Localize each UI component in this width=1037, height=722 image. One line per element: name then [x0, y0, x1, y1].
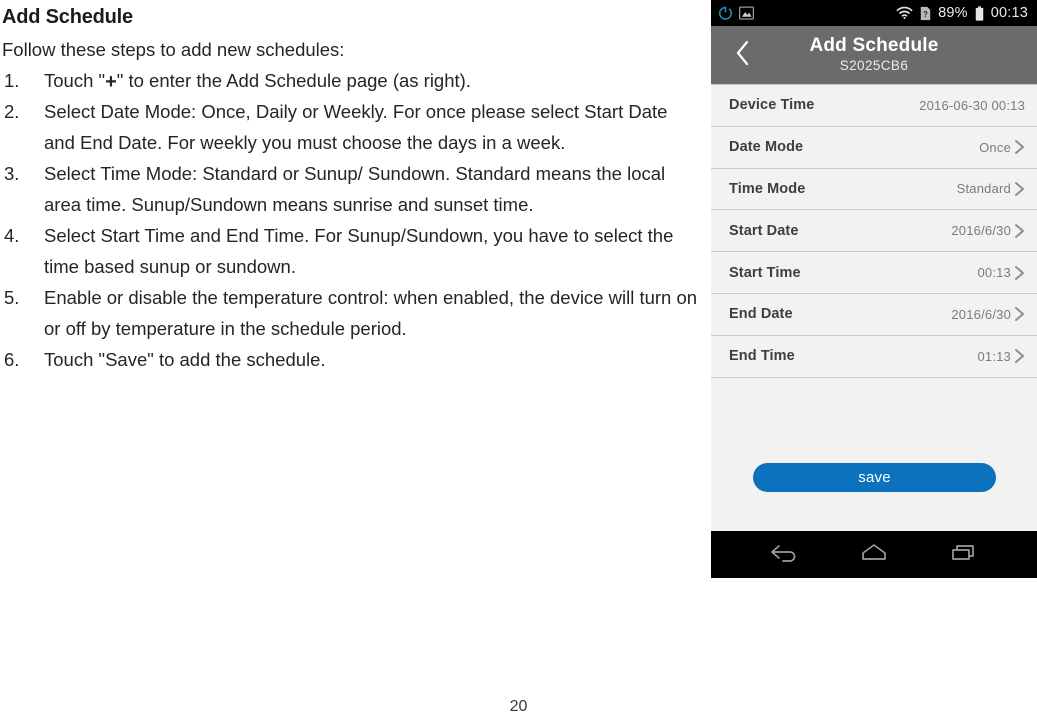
row-value: 00:13	[977, 265, 1011, 281]
status-bar: ? 89% 00:13	[711, 0, 1037, 26]
screenshot-icon	[739, 6, 754, 20]
list-item: 1. Touch "+" to enter the Add Schedule pa…	[0, 65, 700, 96]
list-item: 5. Enable or disable the temperature cont…	[0, 282, 700, 344]
svg-text:?: ?	[923, 10, 928, 19]
row-start-date[interactable]: Start Date 2016/6/30	[711, 210, 1037, 253]
list-item-number: 3.	[4, 163, 20, 184]
list-item: 4. Select Start Time and End Time. For Su…	[0, 220, 700, 282]
list-item-number: 4.	[4, 225, 20, 246]
app-bar-title: Add Schedule	[809, 35, 939, 56]
list-item-text-pre: Touch "	[44, 70, 106, 91]
nav-back-icon	[769, 542, 799, 567]
row-label: Device Time	[729, 97, 815, 114]
list-item-text: Select Time Mode: Standard or Sunup/ Sun…	[44, 163, 666, 215]
row-value: 2016-06-30 00:13	[919, 97, 1025, 113]
status-bar-right: ? 89% 00:13	[896, 5, 1028, 21]
battery-icon	[975, 5, 984, 21]
list-item-number: 5.	[4, 287, 20, 308]
steps-list: 1. Touch "+" to enter the Add Schedule pa…	[0, 65, 700, 375]
row-value: Standard	[956, 181, 1011, 197]
page-title: Add Schedule	[2, 6, 133, 28]
row-label: End Time	[729, 348, 795, 365]
row-right: 2016/6/30	[951, 306, 1025, 322]
row-value: 2016/6/30	[951, 306, 1011, 322]
page-number: 20	[509, 698, 528, 715]
nav-recents-icon	[949, 542, 979, 567]
chevron-right-icon	[1013, 181, 1025, 197]
phone-body: save	[711, 377, 1037, 528]
status-bar-left	[718, 6, 754, 21]
phone-screenshot: ? 89% 00:13 Add Schedule S2025CB6 Device…	[711, 0, 1037, 578]
intro-text: Follow these steps to add new schedules:	[2, 39, 345, 60]
row-value: 01:13	[977, 348, 1011, 364]
chevron-right-icon	[1013, 265, 1025, 281]
chevron-right-icon	[1013, 139, 1025, 155]
row-label: Start Date	[729, 222, 799, 239]
nav-home-button[interactable]	[850, 538, 898, 572]
row-end-date[interactable]: End Date 2016/6/30	[711, 293, 1037, 336]
row-end-time[interactable]: End Time 01:13	[711, 335, 1037, 378]
row-label: Start Time	[729, 264, 801, 281]
list-item: 3. Select Time Mode: Standard or Sunup/ S…	[0, 158, 700, 220]
list-item-number: 2.	[4, 101, 20, 122]
list-item-text: Select Start Time and End Time. For Sunu…	[44, 225, 674, 277]
app-bar-subtitle: S2025CB6	[839, 58, 909, 73]
row-date-mode[interactable]: Date Mode Once	[711, 126, 1037, 169]
list-item-text: Select Date Mode: Once, Daily or Weekly.…	[44, 101, 668, 153]
nav-back-button[interactable]	[760, 538, 808, 572]
list-item-text: Touch "Save" to add the schedule.	[44, 349, 326, 370]
document-column: Add Schedule Follow these steps to add n…	[0, 0, 700, 375]
row-right: 2016-06-30 00:13	[919, 98, 1025, 113]
row-value: 2016/6/30	[951, 223, 1011, 239]
list-item-number: 1.	[4, 70, 20, 91]
battery-percent: 89%	[938, 5, 968, 21]
row-label: Time Mode	[729, 180, 806, 197]
chevron-right-icon	[1013, 223, 1025, 239]
row-value: Once	[979, 139, 1011, 155]
list-item: 6. Touch "Save" to add the schedule.	[0, 344, 700, 375]
chevron-left-icon	[735, 40, 750, 71]
back-button[interactable]	[725, 26, 759, 84]
app-bar: Add Schedule S2025CB6	[711, 26, 1037, 84]
row-right: 00:13	[977, 265, 1025, 281]
sim-unknown-icon: ?	[920, 6, 931, 21]
nav-recents-button[interactable]	[940, 538, 988, 572]
row-device-time: Device Time 2016-06-30 00:13	[711, 85, 1037, 127]
chevron-right-icon	[1013, 306, 1025, 322]
row-start-time[interactable]: Start Time 00:13	[711, 252, 1037, 294]
plus-icon: +	[105, 71, 117, 93]
save-button[interactable]: save	[753, 462, 996, 492]
chevron-right-icon	[1013, 348, 1025, 364]
list-item-text-post: " to enter the Add Schedule page (as rig…	[116, 70, 471, 91]
row-label: Date Mode	[729, 139, 804, 156]
row-right: 2016/6/30	[951, 223, 1025, 239]
status-clock: 00:13	[990, 5, 1028, 21]
wifi-icon	[896, 6, 913, 20]
row-right: Once	[979, 139, 1025, 155]
row-right: 01:13	[977, 348, 1025, 364]
row-time-mode[interactable]: Time Mode Standard	[711, 168, 1037, 211]
list-item-text: Enable or disable the temperature contro…	[44, 287, 698, 339]
schedule-list: Device Time 2016-06-30 00:13 Date Mode O…	[711, 84, 1037, 378]
row-right: Standard	[957, 181, 1025, 197]
nav-home-icon	[859, 542, 889, 567]
power-icon	[718, 6, 733, 21]
row-label: End Date	[729, 306, 793, 323]
list-item: 2. Select Date Mode: Once, Daily or Weekl…	[0, 96, 700, 158]
android-nav-bar	[711, 531, 1037, 578]
list-item-number: 6.	[4, 349, 20, 370]
